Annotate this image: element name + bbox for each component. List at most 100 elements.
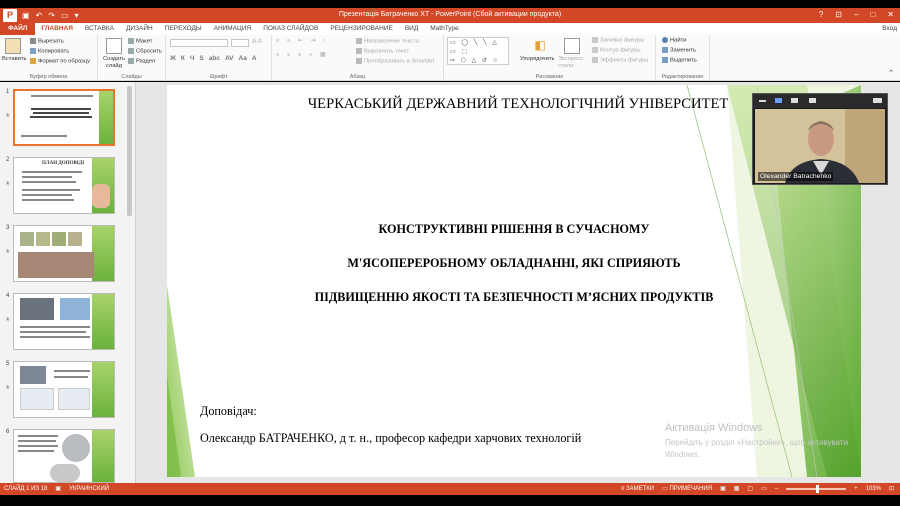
paste-button[interactable]: Вставить [2,56,27,62]
text-line [54,376,88,378]
slide-number: 5 [6,361,10,367]
shapes-gallery[interactable]: ▭ ◯ ╲ ╲ △ ▭ ⬚⇨ ⬠ △ ↺ ☆ { } [447,37,509,65]
section-button[interactable]: Раздел [128,58,155,65]
gallery-view-icon[interactable] [809,98,816,103]
cut-button[interactable]: Вырезать [30,38,64,45]
tab-transitions[interactable]: ПЕРЕХОДЫ [159,23,208,35]
cut-label: Вырезать [38,38,64,45]
align-buttons[interactable]: ≡ ≡ ≡ ≡ ▦ [276,52,328,58]
tab-mathtype[interactable]: MathType [424,23,465,35]
zoom-out-icon[interactable]: – [775,483,778,495]
collapse-ribbon-icon[interactable]: ⌃ [888,69,894,77]
arrange-icon[interactable]: ◧ [532,38,548,54]
replace-button[interactable]: Заменить [662,47,696,54]
slide-thumbnail-2[interactable]: 2 ПЛАН ДОПОВІДІ [0,157,126,217]
fullscreen-icon[interactable] [873,98,882,103]
text-line [30,116,92,118]
slide-show-icon[interactable]: ▭ [761,483,767,495]
tab-review[interactable]: РЕЦЕНЗИРОВАНИЕ [324,23,399,35]
paint-bucket-icon [592,37,598,43]
paste-icon[interactable] [5,38,21,54]
fit-slide-icon[interactable]: ⊡ [889,483,894,495]
slide-counter: СЛАЙД 1 ИЗ 18 [4,486,48,492]
minimize-video-icon[interactable] [759,100,766,102]
slide-thumbnail-6[interactable]: 6 [0,429,126,483]
thumb-chart [20,388,54,410]
slide-thumbnail-3[interactable]: 3 [0,225,126,285]
tab-view[interactable]: ВИД [399,23,424,35]
reading-view-icon[interactable]: ▢ [747,483,753,495]
close-icon[interactable]: ✕ [887,10,894,19]
reset-button[interactable]: Сбросить [128,48,162,55]
strikethrough-button[interactable]: abc [209,55,220,62]
zoom-level[interactable]: 103% [866,483,881,495]
slide-sorter-icon[interactable]: ▦ [734,483,740,495]
new-slide-icon[interactable] [106,38,122,54]
slide-thumbnail-5[interactable]: 5 [0,361,126,421]
text-line [22,189,80,191]
find-button[interactable]: Найти [662,37,687,44]
star-icon: ★ [5,249,11,255]
minimize-icon[interactable]: – [854,10,858,19]
smartart-button[interactable]: Преобразовать в SmartArt [356,58,434,65]
tab-design[interactable]: ДИЗАЙН [120,23,159,35]
shadow-button[interactable]: S [199,55,203,62]
arrange-button[interactable]: Упорядочить [520,56,555,62]
text-line [18,445,58,447]
shape-fill-button[interactable]: Заливка фигуры [592,37,644,44]
font-group: A A Ж К Ч S abc AV Aa А Шрифт [166,35,272,81]
slide-title-line-2: М'ЯСОПЕРЕРОБНОМУ ОБЛАДНАННІ, ЯКІ СПРИЯЮТ… [347,256,681,270]
underline-button[interactable]: Ч [190,55,195,62]
speaker-view-icon[interactable] [775,98,782,103]
shape-outline-button[interactable]: Контур фигуры [592,47,641,54]
char-spacing-button[interactable]: AV [225,55,234,62]
quick-styles-button[interactable]: Экспресс-стили [558,56,590,70]
tab-home[interactable]: ГЛАВНАЯ [35,23,79,35]
change-case-button[interactable]: Aa [239,55,247,62]
text-direction-icon [356,38,362,44]
video-toolbar [753,94,887,108]
zoom-in-icon[interactable]: + [854,483,858,495]
comments-button[interactable]: ▭ ПРИМЕЧАНИЯ [662,483,712,495]
maximize-icon[interactable]: □ [870,10,875,19]
green-decoration [92,226,114,281]
grow-shrink-font-icon[interactable]: A A [252,38,262,45]
layout-button[interactable]: Макет [128,38,152,45]
star-icon: ★ [5,181,11,187]
sign-in-link[interactable]: Вход [882,23,897,35]
thumbnails-scrollbar[interactable] [127,86,132,216]
font-size-combo[interactable] [231,39,249,47]
notes-label: ЗАМЕТКИ [626,486,655,492]
bold-button[interactable]: Ж [170,55,176,62]
tab-animations[interactable]: АНИМАЦИЯ [208,23,258,35]
tab-slide-show[interactable]: ПОКАЗ СЛАЙДОВ [257,23,324,35]
align-text-button[interactable]: Выровнять текст [356,48,409,55]
proofing-icon[interactable]: ▣ [55,483,61,495]
slide-preview [13,225,115,282]
italic-button[interactable]: К [181,55,185,62]
copy-button[interactable]: Копировать [30,48,69,55]
list-buttons[interactable]: ≡ ≡ ⇤ ⇥ ↕ [276,38,329,44]
format-painter-button[interactable]: Формат по образцу [30,58,90,65]
shape-effects-button[interactable]: Эффекты фигуры [592,57,648,64]
ribbon-display-icon[interactable]: ⊡ [835,10,842,19]
strip-view-icon[interactable] [791,98,798,103]
font-color-button[interactable]: А [252,55,257,62]
text-direction-button[interactable]: Направление текста [356,38,419,45]
thumb-chart [58,388,90,410]
language-indicator[interactable]: УКРАИНСКИЙ [69,483,109,495]
tab-insert[interactable]: ВСТАВКА [79,23,120,35]
zoom-slider[interactable] [786,485,847,493]
tab-file[interactable]: ФАЙЛ [0,23,36,35]
select-button[interactable]: Выделить [662,57,697,64]
slide-thumbnail-4[interactable]: 4 [0,293,126,353]
quick-styles-icon[interactable] [564,38,580,54]
normal-view-icon[interactable]: ▣ [720,483,726,495]
help-icon[interactable]: ? [819,10,823,19]
notes-button[interactable]: ≡ ЗАМЕТКИ [621,483,654,495]
slide-thumbnail-1[interactable]: 1 [0,89,126,149]
new-slide-button[interactable]: Создать слайд [100,56,128,70]
video-call-overlay[interactable]: Olexander Batrachenko [752,93,888,185]
font-family-combo[interactable] [170,39,228,47]
zoom-slider-thumb[interactable] [816,485,820,493]
